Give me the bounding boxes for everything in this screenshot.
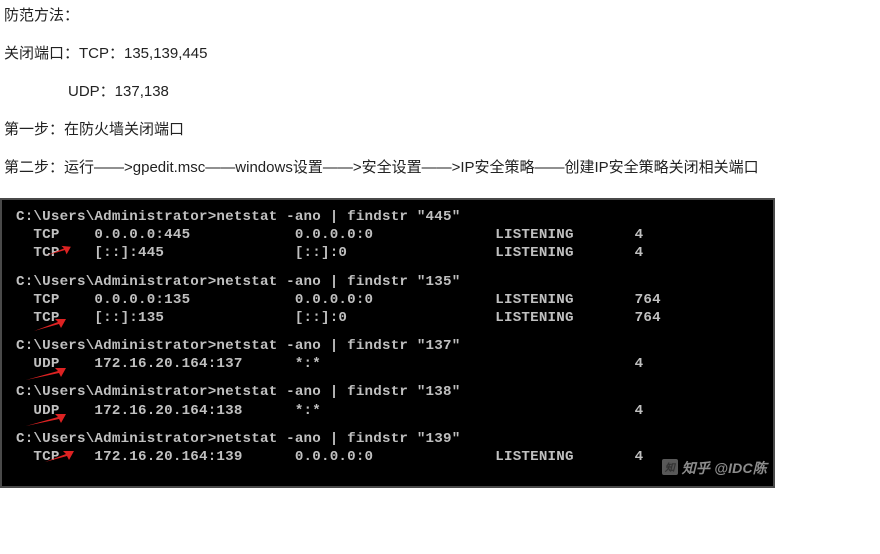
- terminal-line: UDP 172.16.20.164:138 *:* 4: [16, 402, 773, 420]
- paragraph-close-ports-udp: UDP：137,138: [0, 80, 880, 104]
- terminal-line: C:\Users\Administrator>netstat -ano | fi…: [16, 337, 773, 355]
- annotation-arrow-icon: [24, 413, 66, 427]
- terminal-line: UDP 172.16.20.164:137 *:* 4: [16, 355, 773, 373]
- terminal-line: TCP 0.0.0.0:135 0.0.0.0:0 LISTENING 764: [16, 291, 773, 309]
- netstat-block-137: C:\Users\Administrator>netstat -ano | fi…: [2, 337, 773, 373]
- paragraph-close-ports-tcp: 关闭端口：TCP：135,139,445: [0, 42, 880, 66]
- annotation-arrow-icon: [45, 245, 71, 257]
- terminal-line: C:\Users\Administrator>netstat -ano | fi…: [16, 430, 773, 448]
- terminal-line: TCP [::]:135 [::]:0 LISTENING 764: [16, 309, 773, 327]
- netstat-block-139: C:\Users\Administrator>netstat -ano | fi…: [2, 430, 773, 466]
- netstat-block-135: C:\Users\Administrator>netstat -ano | fi…: [2, 273, 773, 328]
- annotation-arrow-icon: [24, 367, 66, 381]
- netstat-block-138: C:\Users\Administrator>netstat -ano | fi…: [2, 383, 773, 419]
- netstat-block-445: C:\Users\Administrator>netstat -ano | fi…: [2, 208, 773, 263]
- terminal-line: C:\Users\Administrator>netstat -ano | fi…: [16, 208, 773, 226]
- terminal-line: C:\Users\Administrator>netstat -ano | fi…: [16, 273, 773, 291]
- annotation-arrow-icon: [32, 318, 66, 332]
- terminal-output: C:\Users\Administrator>netstat -ano | fi…: [0, 198, 775, 488]
- paragraph-step-2: 第二步：运行——>gpedit.msc——windows设置——>安全设置——>…: [0, 156, 880, 180]
- annotation-arrow-icon: [44, 449, 74, 463]
- terminal-line: TCP 172.16.20.164:139 0.0.0.0:0 LISTENIN…: [16, 448, 773, 466]
- paragraph-prevention-method: 防范方法：: [0, 4, 880, 28]
- paragraph-step-1: 第一步：在防火墙关闭端口: [0, 118, 880, 142]
- terminal-line: TCP [::]:445 [::]:0 LISTENING 4: [16, 244, 773, 262]
- terminal-line: TCP 0.0.0.0:445 0.0.0.0:0 LISTENING 4: [16, 226, 773, 244]
- terminal-line: C:\Users\Administrator>netstat -ano | fi…: [16, 383, 773, 401]
